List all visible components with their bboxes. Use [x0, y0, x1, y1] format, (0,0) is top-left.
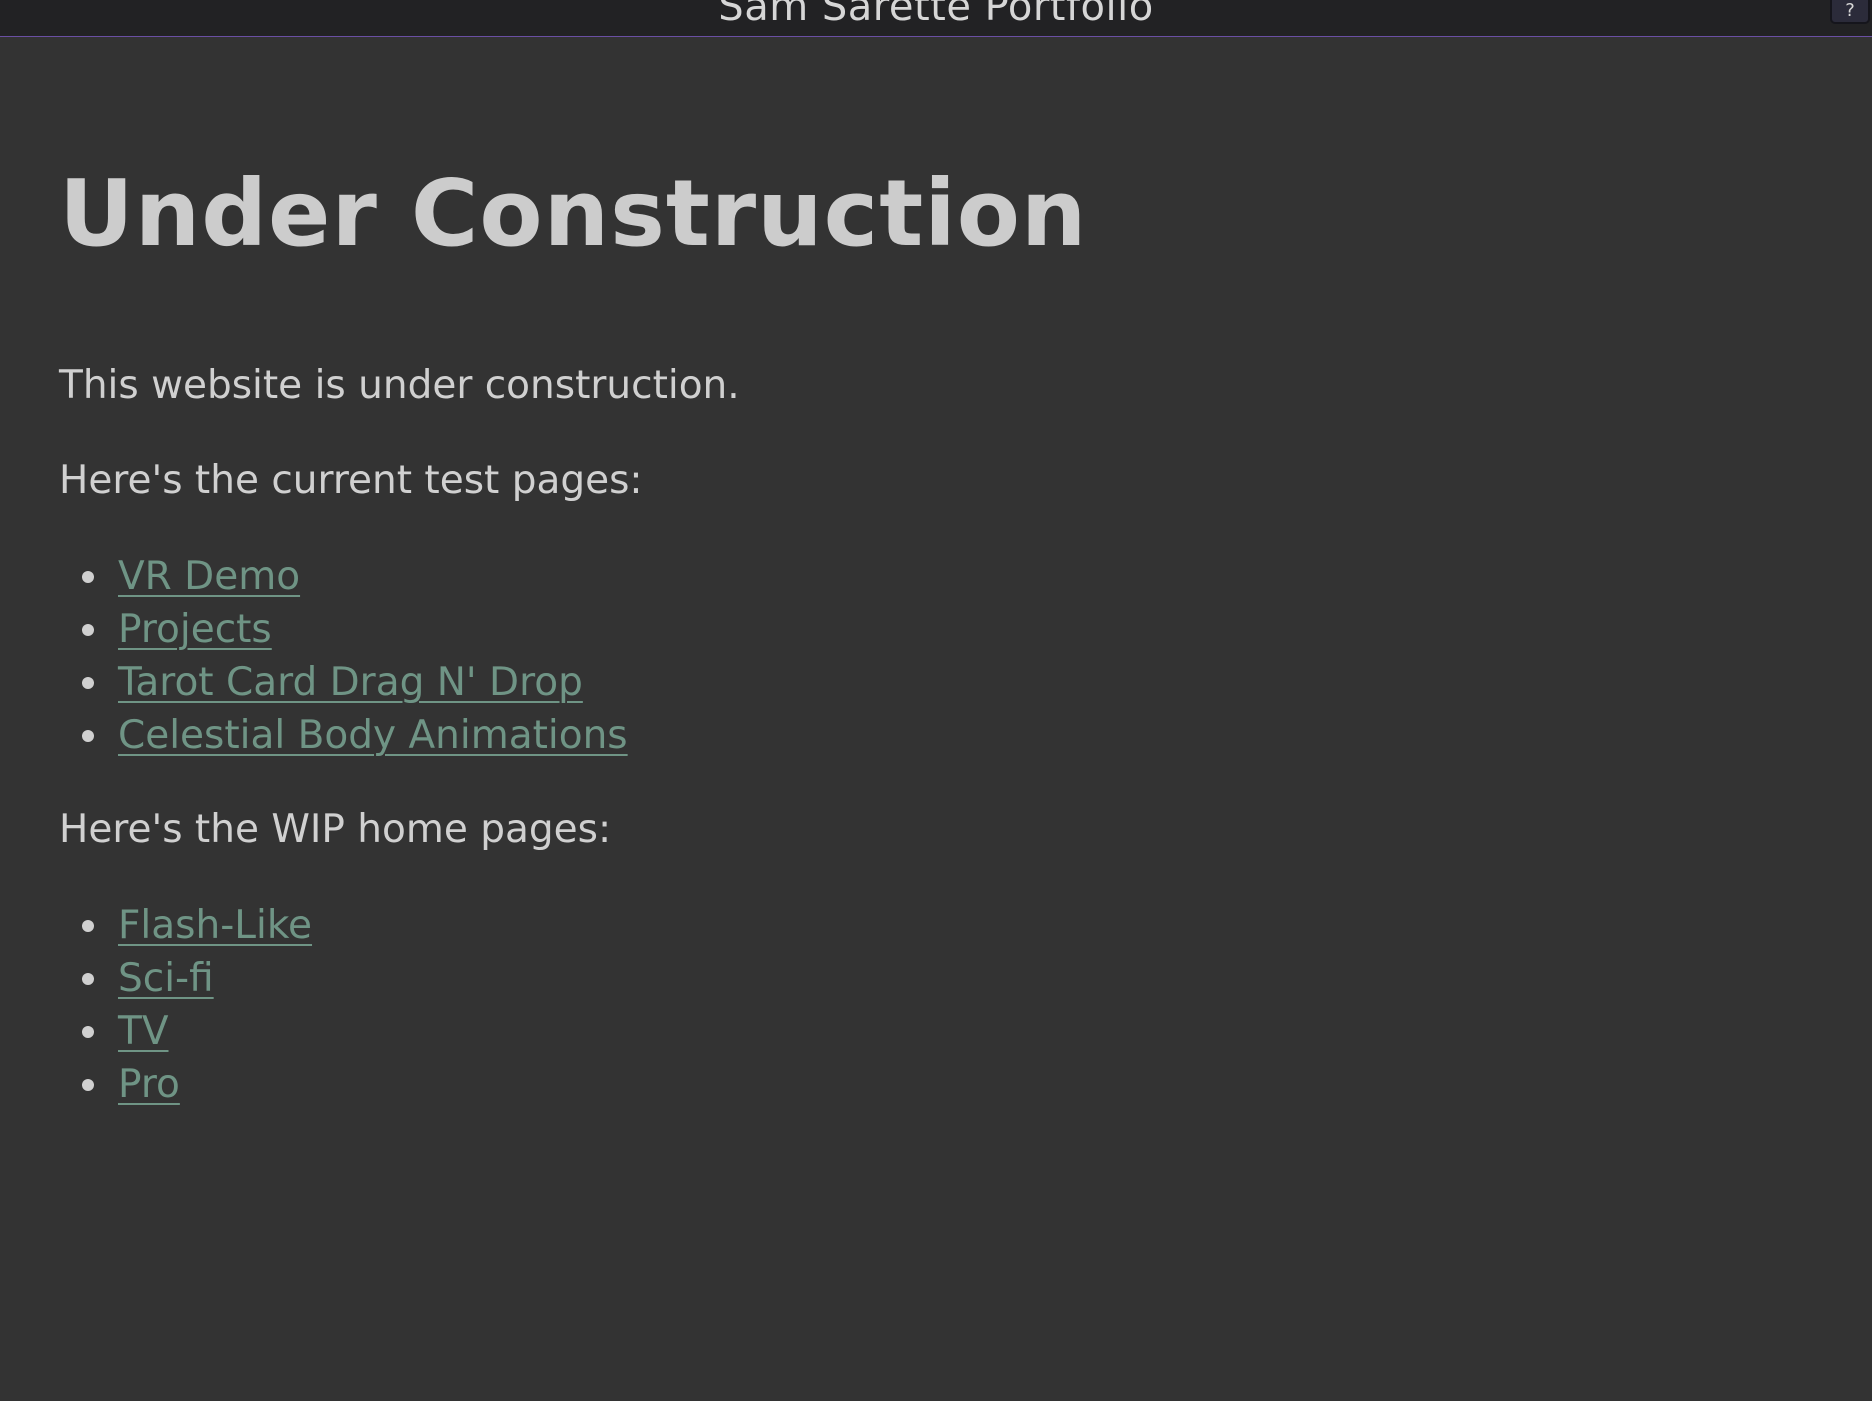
bullet-icon	[82, 624, 94, 636]
bullet-icon	[82, 730, 94, 742]
intro-text: This website is under construction.	[59, 363, 740, 408]
bullet-icon	[82, 1079, 94, 1091]
link-vr-demo[interactable]: VR Demo	[118, 554, 300, 599]
test-pages-list: VR Demo Projects Tarot Card Drag N' Drop…	[59, 550, 1759, 762]
list-item: Pro	[59, 1058, 1759, 1111]
link-tv[interactable]: TV	[118, 1009, 169, 1054]
link-pro[interactable]: Pro	[118, 1062, 180, 1107]
bullet-icon	[82, 571, 94, 583]
bullet-icon	[82, 677, 94, 689]
list-item: Sci-fi	[59, 952, 1759, 1005]
header-bar: Sam Sarette Portfolio ?	[0, 0, 1872, 37]
page-title: Under Construction	[59, 160, 1088, 267]
bullet-icon	[82, 920, 94, 932]
list-item: Tarot Card Drag N' Drop	[59, 656, 1759, 709]
main-content: Under Construction This website is under…	[59, 150, 1759, 1111]
link-tarot-card-drag-n-drop[interactable]: Tarot Card Drag N' Drop	[118, 660, 583, 705]
list-item: Projects	[59, 603, 1759, 656]
list-item: Flash-Like	[59, 899, 1759, 952]
list-item: TV	[59, 1005, 1759, 1058]
wip-pages-list: Flash-Like Sci-fi TV Pro	[59, 899, 1759, 1111]
link-flash-like[interactable]: Flash-Like	[118, 903, 312, 948]
test-pages-heading: Here's the current test pages:	[59, 458, 643, 503]
wip-pages-heading: Here's the WIP home pages:	[59, 807, 612, 852]
site-title: Sam Sarette Portfolio	[718, 0, 1154, 30]
link-projects[interactable]: Projects	[118, 607, 272, 652]
bullet-icon	[82, 1026, 94, 1038]
list-item: VR Demo	[59, 550, 1759, 603]
list-item: Celestial Body Animations	[59, 709, 1759, 762]
link-celestial-body-animations[interactable]: Celestial Body Animations	[118, 713, 628, 758]
link-sci-fi[interactable]: Sci-fi	[118, 956, 214, 1001]
bullet-icon	[82, 973, 94, 985]
help-button[interactable]: ?	[1830, 0, 1870, 24]
